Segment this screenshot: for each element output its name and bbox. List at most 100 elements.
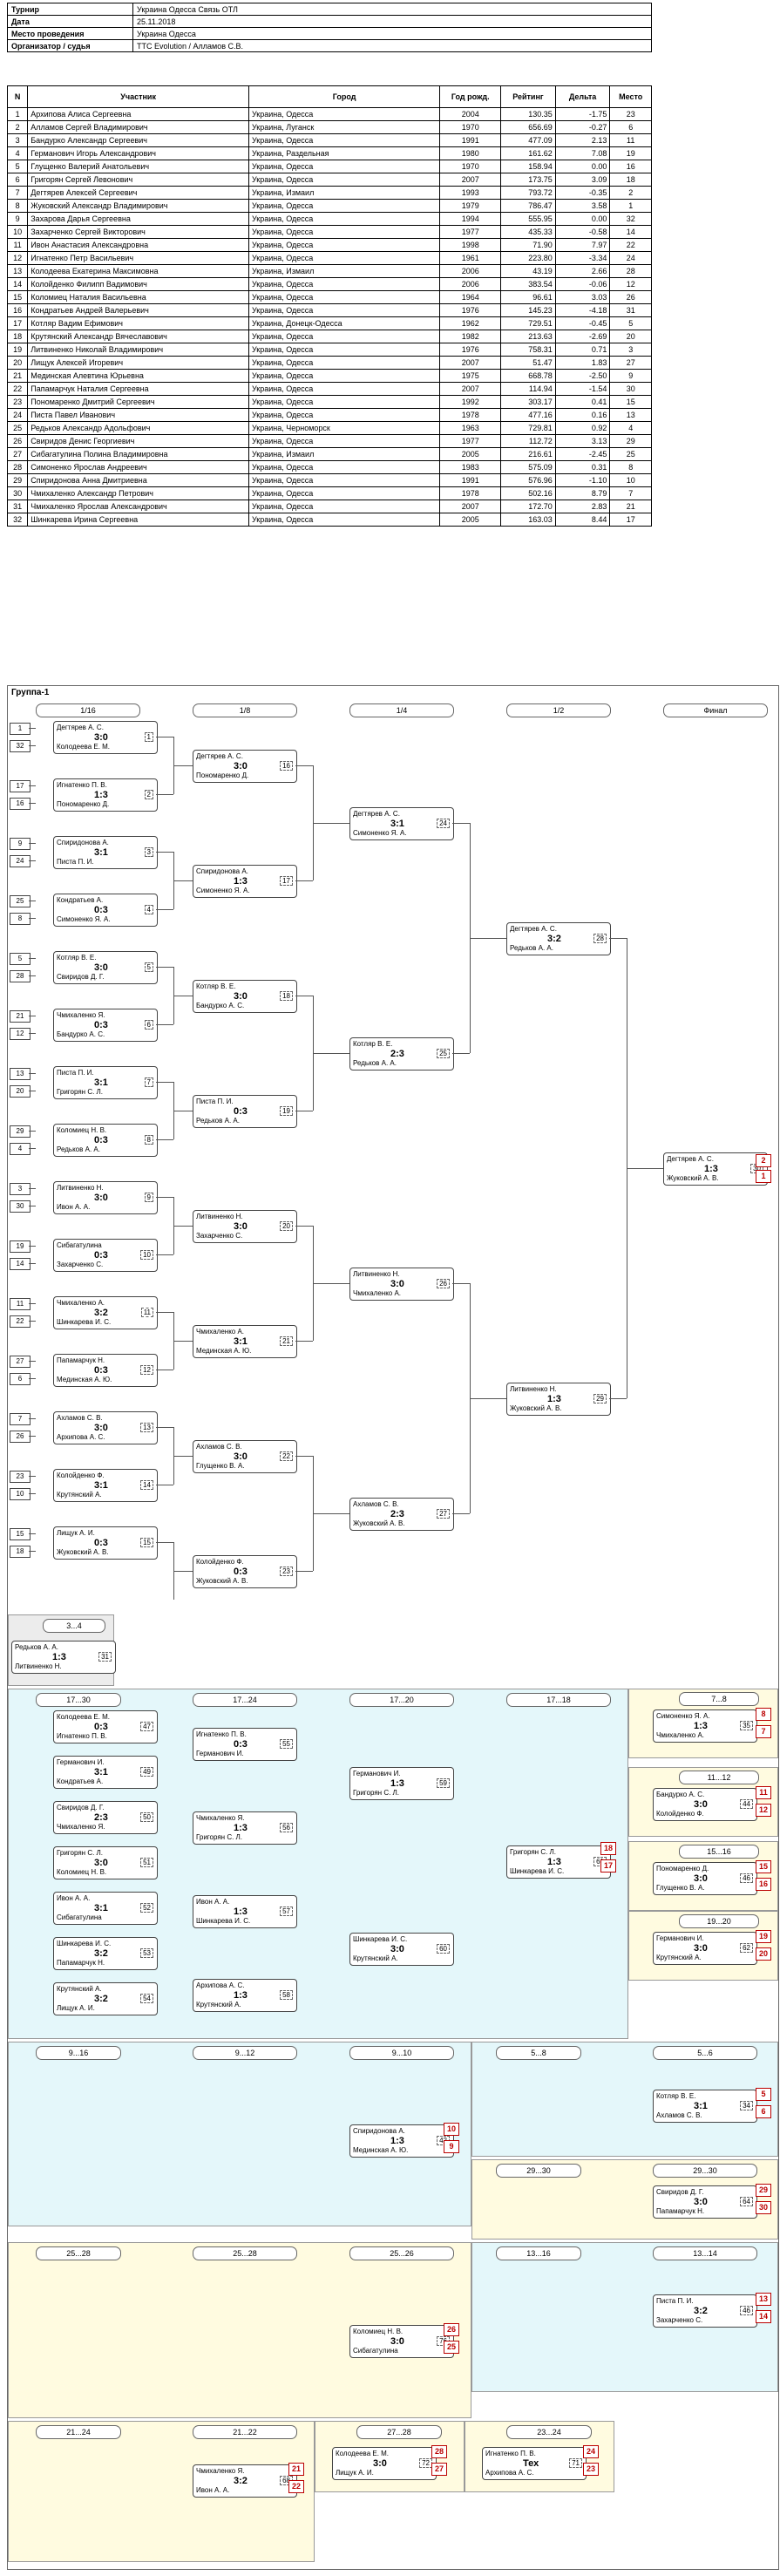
round-header: 1/4 bbox=[349, 703, 454, 717]
player-top: Литвиненко Н. bbox=[196, 1213, 243, 1220]
participant-cell: Захарченко Сергей Викторович bbox=[27, 225, 249, 239]
player-bottom: Шинкарева И. С. bbox=[510, 1867, 565, 1875]
match-number: 29 bbox=[593, 1394, 607, 1404]
participant-cell: Украина, Одесса bbox=[248, 303, 441, 317]
participant-cell: 130.35 bbox=[500, 107, 556, 121]
match-box: Германович И. 3:0 Крутянский А. 62 bbox=[653, 1932, 757, 1965]
participant-cell: Свиридов Денис Георгиевич bbox=[27, 434, 249, 448]
connector bbox=[173, 1341, 193, 1342]
participant-cell: 1979 bbox=[439, 199, 502, 213]
player-top: Котляр В. Е. bbox=[196, 982, 236, 990]
participant-row: 8 Жуковский Александр Владимирович Украина… bbox=[6, 199, 652, 213]
player-bottom: Коломиец Н. В. bbox=[57, 1868, 107, 1876]
player-top: Германович И. bbox=[57, 1758, 105, 1766]
place-badge: 15 bbox=[756, 1860, 771, 1873]
round-header: 5...8 bbox=[496, 2046, 581, 2060]
participant-cell: Украина, Измаил bbox=[248, 447, 441, 461]
match-box: Колойденко Ф. 3:1 Крутянский А. 14 bbox=[53, 1469, 158, 1502]
player-bottom: Чмихаленко Я. bbox=[57, 1823, 105, 1831]
seed-number: 6 bbox=[10, 1373, 31, 1385]
round-header: 11...12 bbox=[679, 1771, 759, 1784]
player-top: Котляр В. Е. bbox=[353, 1040, 393, 1048]
seed-number: 28 bbox=[10, 970, 31, 982]
participant-cell: 729.81 bbox=[500, 421, 556, 435]
player-top: Спиридонова А. bbox=[196, 867, 248, 875]
connector bbox=[29, 1263, 36, 1264]
participant-cell: 21 bbox=[609, 500, 652, 513]
participant-row: 20 Лищук Алексей Игоревич Украина, Одесса 2… bbox=[6, 356, 652, 370]
player-top: Дегтярев А. С. bbox=[667, 1155, 714, 1163]
participant-cell: 19 bbox=[6, 343, 29, 357]
match-box: Колойденко Ф. 0:3 Жуковский А. В. 23 bbox=[193, 1555, 297, 1588]
seed-number: 5 bbox=[10, 953, 31, 965]
match-score: 2:3 bbox=[94, 1812, 108, 1823]
match-box: Литвиненко Н. 1:3 Жуковский А. В. 29 bbox=[506, 1383, 611, 1416]
participant-cell: 1970 bbox=[439, 160, 502, 173]
seed-number: 24 bbox=[10, 855, 31, 867]
participant-cell: 14 bbox=[6, 277, 29, 291]
participant-cell: 2007 bbox=[439, 382, 502, 396]
connector bbox=[295, 880, 313, 881]
participant-cell: 1970 bbox=[439, 120, 502, 134]
place-badge: 24 bbox=[583, 2445, 599, 2458]
participant-cell: 23 bbox=[6, 395, 29, 409]
match-score: 1:3 bbox=[547, 1857, 561, 1867]
participant-cell: 656.69 bbox=[500, 120, 556, 134]
participant-cell: 0.71 bbox=[554, 343, 611, 357]
player-top: Симоненко Я. А. bbox=[656, 1712, 710, 1720]
place-badge: 27 bbox=[431, 2463, 447, 2476]
seed-number: 13 bbox=[10, 1068, 31, 1080]
participant-cell: 20 bbox=[6, 356, 29, 370]
match-score: 0:3 bbox=[94, 1365, 108, 1376]
connector bbox=[29, 1378, 36, 1379]
connector bbox=[29, 1436, 36, 1437]
match-score: 3:2 bbox=[694, 2306, 708, 2316]
place-badge: 5 bbox=[756, 2088, 771, 2101]
participant-cell: Украина, Одесса bbox=[248, 382, 441, 396]
match-number: 57 bbox=[280, 1907, 293, 1916]
player-bottom: Литвиненко Н. bbox=[15, 1662, 62, 1670]
place-badge: 25 bbox=[444, 2341, 459, 2354]
player-top: Колодеева Е. М. bbox=[336, 2450, 390, 2457]
connector bbox=[156, 909, 173, 910]
participant-cell: Украина, Черноморск bbox=[248, 421, 441, 435]
match-box: Котляр В. Е. 3:0 Бандурко А. С. 18 bbox=[193, 980, 297, 1013]
participant-cell: Папамарчук Наталия Сергеевна bbox=[27, 382, 249, 396]
participant-cell: Украина, Одесса bbox=[248, 513, 441, 527]
participant-cell: 145.23 bbox=[500, 303, 556, 317]
match-score: 3:1 bbox=[94, 1480, 108, 1491]
seed-number: 20 bbox=[10, 1085, 31, 1098]
participant-cell: Украина, Измаил bbox=[248, 186, 441, 200]
match-score: 0:3 bbox=[94, 905, 108, 915]
participant-cell: 0.41 bbox=[554, 395, 611, 409]
participant-cell: 477.16 bbox=[500, 408, 556, 422]
participant-cell: Украина, Одесса bbox=[248, 369, 441, 383]
participant-cell: -3.34 bbox=[554, 251, 611, 265]
participant-cell: -2.69 bbox=[554, 330, 611, 343]
player-top: Григорян С. Л. bbox=[510, 1848, 557, 1856]
participant-row: 26 Свиридов Денис Георгиевич Украина, Одес… bbox=[6, 434, 652, 448]
participant-cell: 5 bbox=[609, 316, 652, 330]
connector bbox=[29, 1073, 36, 1074]
group-bracket-panel: Группа-1 1/16 1/8 1/4 1/2 Финал 1 32 Дегтярев А… bbox=[7, 685, 779, 2570]
participant-cell: 786.47 bbox=[500, 199, 556, 213]
place-badge: 11 bbox=[756, 1786, 771, 1799]
connector bbox=[29, 803, 36, 804]
place-badge: 13 bbox=[756, 2293, 771, 2306]
participant-row: 28 Симоненко Ярослав Андреевич Украина, Од… bbox=[6, 460, 652, 474]
match-number: 15 bbox=[140, 1538, 153, 1547]
match-number: 19 bbox=[280, 1106, 293, 1116]
col-header: Рейтинг bbox=[500, 85, 556, 108]
participant-cell: Мединская Алевтина Юрьевна bbox=[27, 369, 249, 383]
player-bottom: Крутянский А. bbox=[196, 2001, 241, 2008]
match-box: Котляр В. Е. 3:1 Ахламов С. В. 34 bbox=[653, 2090, 757, 2123]
match-number: 51 bbox=[140, 1858, 153, 1867]
player-top: Коломиец Н. В. bbox=[353, 2328, 404, 2335]
participant-cell: Украина, Одесса bbox=[248, 343, 441, 357]
match-score: 3:0 bbox=[234, 1451, 248, 1462]
place-badge: 12 bbox=[756, 1804, 771, 1817]
connector bbox=[156, 1082, 173, 1083]
participant-cell: Украина, Одесса bbox=[248, 238, 441, 252]
info-value: Украина Одесса Связь ОТЛ bbox=[132, 3, 652, 16]
participant-cell: 1975 bbox=[439, 369, 502, 383]
